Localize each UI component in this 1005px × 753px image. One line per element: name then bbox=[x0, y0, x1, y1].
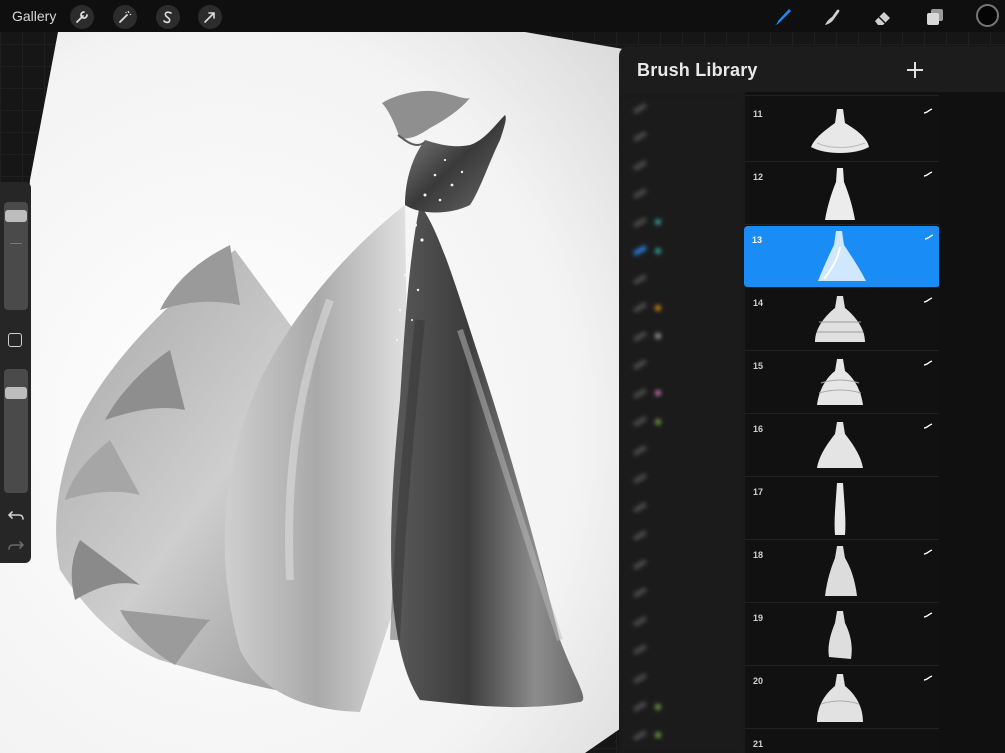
brush-item-20[interactable]: 20 bbox=[745, 667, 939, 729]
brush-item-partial[interactable] bbox=[745, 88, 939, 96]
wrench-icon[interactable] bbox=[70, 5, 94, 29]
brush-item-15[interactable]: 15 bbox=[745, 352, 939, 414]
gown-brush-preview-icon bbox=[825, 168, 855, 220]
brush-number: 13 bbox=[752, 235, 763, 245]
magic-wand-icon[interactable] bbox=[113, 5, 137, 29]
eraser-icon[interactable] bbox=[871, 5, 895, 29]
brush-stroke-icon bbox=[923, 360, 933, 366]
brush-item-21[interactable]: 21 bbox=[745, 730, 939, 753]
brush-stroke-icon bbox=[923, 675, 933, 681]
brush-number: 17 bbox=[753, 487, 764, 497]
smudge-icon[interactable] bbox=[820, 5, 844, 29]
brush-item-12[interactable]: 12 bbox=[745, 163, 939, 225]
brush-item-17[interactable]: 17 bbox=[745, 478, 939, 540]
transform-arrow-icon[interactable] bbox=[198, 5, 222, 29]
layers-icon[interactable] bbox=[923, 5, 947, 29]
brush-stroke-icon bbox=[923, 108, 933, 114]
top-toolbar: Gallery bbox=[0, 0, 1005, 32]
slider-tick bbox=[10, 243, 22, 244]
brush-stroke-icon bbox=[924, 234, 934, 240]
brush-number: 15 bbox=[753, 361, 764, 371]
brush-list[interactable]: 11 12 13 14 15 16 17 18 19 20 21 bbox=[744, 92, 940, 753]
full-ballgown-brush-preview-icon bbox=[817, 674, 863, 722]
brush-item-11[interactable]: 11 bbox=[745, 100, 939, 162]
brush-number: 14 bbox=[753, 298, 764, 308]
left-sidebar bbox=[0, 182, 31, 563]
modify-button[interactable] bbox=[8, 333, 22, 347]
brush-number: 16 bbox=[753, 424, 764, 434]
brush-number: 20 bbox=[753, 676, 764, 686]
brush-number: 19 bbox=[753, 613, 764, 623]
add-brush-button[interactable] bbox=[905, 60, 925, 80]
highlow-gown-brush-preview-icon bbox=[828, 611, 852, 659]
brush-item-18[interactable]: 18 bbox=[745, 541, 939, 603]
brush-library-panel: Brush Library 11 12 13 14 15 16 17 18 19… bbox=[619, 46, 1005, 753]
brush-item-16[interactable]: 16 bbox=[745, 415, 939, 477]
brush-item-13[interactable]: 13 bbox=[744, 226, 940, 288]
undo-icon[interactable] bbox=[6, 505, 26, 525]
gallery-button[interactable]: Gallery bbox=[12, 8, 56, 24]
ballgown-brush-preview-icon bbox=[811, 109, 869, 153]
brush-item-14[interactable]: 14 bbox=[745, 289, 939, 351]
redo-icon[interactable] bbox=[6, 535, 26, 555]
brush-number: 21 bbox=[753, 739, 764, 749]
brush-library-title: Brush Library bbox=[637, 60, 758, 80]
brush-number: 12 bbox=[753, 172, 764, 182]
tiered-gown-brush-preview-icon bbox=[817, 359, 863, 405]
opacity-slider[interactable] bbox=[4, 369, 28, 493]
brush-size-knob[interactable] bbox=[5, 210, 27, 222]
aline-gown-brush-preview-icon bbox=[817, 422, 863, 468]
panel-edge bbox=[939, 92, 1005, 753]
brush-stroke-icon bbox=[923, 297, 933, 303]
brush-icon[interactable] bbox=[771, 5, 795, 29]
brush-size-slider[interactable] bbox=[4, 202, 28, 310]
brush-number: 11 bbox=[753, 109, 763, 119]
brush-number: 18 bbox=[753, 550, 764, 560]
brush-item-19[interactable]: 19 bbox=[745, 604, 939, 666]
column-gown-brush-preview-icon bbox=[834, 483, 846, 535]
color-well[interactable] bbox=[976, 4, 999, 27]
brush-sets-list[interactable] bbox=[619, 94, 745, 753]
procreate-app: Gallery Brush Library 11 12 13 14 15 16 … bbox=[0, 0, 1005, 753]
ruffled-gown-brush-preview-icon bbox=[815, 296, 865, 342]
flowing-gown-brush-preview-icon bbox=[818, 231, 866, 281]
brush-stroke-icon bbox=[923, 423, 933, 429]
selection-s-icon[interactable] bbox=[156, 5, 180, 29]
brush-stroke-icon bbox=[923, 171, 933, 177]
brush-stroke-icon bbox=[923, 612, 933, 618]
layered-gown-brush-preview-icon bbox=[825, 546, 857, 596]
brush-stroke-icon bbox=[923, 549, 933, 555]
opacity-knob[interactable] bbox=[5, 387, 27, 399]
